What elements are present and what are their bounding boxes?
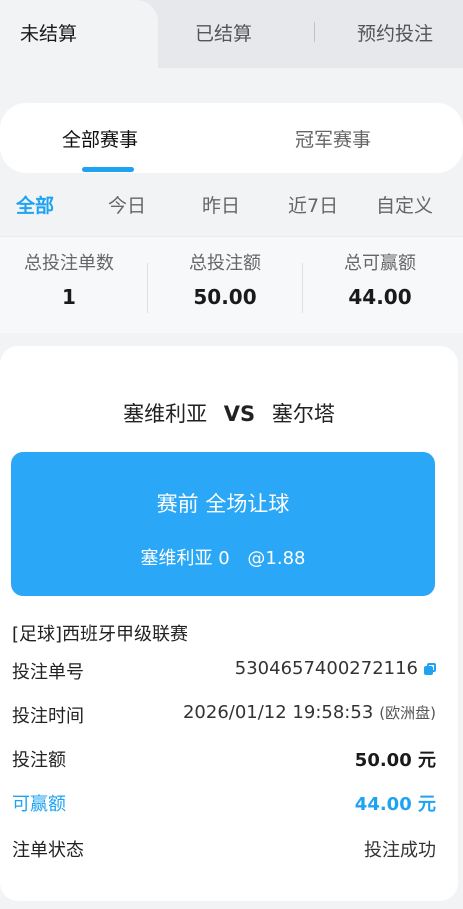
selection-odds: @1.88 — [247, 548, 306, 569]
copy-icon[interactable] — [424, 663, 436, 675]
active-tab-indicator — [82, 167, 134, 172]
date-filter-bar: 全部 今日 昨日 近7日 自定义 — [0, 186, 463, 222]
order-number-value: 5304657400272116 — [235, 658, 436, 679]
tab-reserved-bets[interactable]: 预约投注 — [357, 19, 433, 46]
odds-kind: (欧洲盘) — [379, 704, 436, 722]
win-label: 可赢额 — [12, 794, 66, 815]
summary-count-value: 1 — [62, 285, 76, 309]
event-type-switch: 全部赛事 冠军赛事 — [0, 103, 463, 173]
bet-time-text: 2026/01/12 19:58:53 — [182, 702, 374, 723]
filter-all[interactable]: 全部 — [16, 191, 54, 218]
summary-win-label: 总可赢额 — [344, 253, 416, 274]
away-team: 塞尔塔 — [271, 402, 335, 426]
win-row: 可赢额 44.00 元 — [12, 788, 436, 818]
summary-amount-value: 50.00 — [193, 285, 257, 309]
vs-label: VS — [223, 402, 256, 426]
bet-selection: 塞维利亚 0 @1.88 — [11, 544, 435, 570]
status-row: 注单状态 投注成功 — [12, 834, 436, 864]
status-value: 投注成功 — [364, 840, 436, 861]
summary-amount: 总投注额 50.00 — [170, 249, 280, 309]
filter-last-7-days[interactable]: 近7日 — [288, 191, 338, 218]
tab-all-events[interactable]: 全部赛事 — [62, 125, 138, 152]
bet-card[interactable]: 塞维利亚 VS 塞尔塔 赛前 全场让球 塞维利亚 0 @1.88 [足球]西班牙… — [0, 346, 458, 901]
win-value: 44.00 元 — [354, 794, 436, 815]
tab-unsettled-label: 未结算 — [20, 23, 78, 45]
match-title: 塞维利亚 VS 塞尔塔 — [0, 398, 458, 428]
bet-selection-box: 赛前 全场让球 塞维利亚 0 @1.88 — [11, 452, 435, 596]
bet-time-row: 投注时间 2026/01/12 19:58:53 (欧洲盘) — [12, 700, 436, 730]
summary-win-value: 44.00 — [348, 285, 412, 309]
summary-count-label: 总投注单数 — [24, 253, 114, 274]
tab-divider — [314, 22, 315, 42]
tab-settled[interactable]: 已结算 — [195, 19, 252, 46]
selection-name: 塞维利亚 0 — [140, 548, 230, 569]
tab-champion-events[interactable]: 冠军赛事 — [295, 125, 371, 152]
status-label: 注单状态 — [12, 840, 84, 861]
bet-summary: 总投注单数 1 总投注额 50.00 总可赢额 44.00 — [0, 236, 463, 333]
bet-time-value: 2026/01/12 19:58:53 (欧洲盘) — [183, 702, 436, 723]
summary-divider — [302, 263, 303, 313]
filter-yesterday[interactable]: 昨日 — [202, 191, 240, 218]
stake-label: 投注额 — [12, 750, 66, 771]
order-number-row: 投注单号 5304657400272116 — [12, 656, 436, 686]
stake-value: 50.00 元 — [354, 750, 436, 771]
league-name: [足球]西班牙甲级联赛 — [12, 624, 189, 645]
order-number-text: 5304657400272116 — [234, 658, 418, 679]
filter-custom[interactable]: 自定义 — [376, 191, 433, 218]
tab-unsettled[interactable]: 未结算 — [0, 0, 158, 68]
home-team: 塞维利亚 — [123, 402, 208, 426]
summary-count: 总投注单数 1 — [11, 249, 127, 309]
bet-time-label: 投注时间 — [12, 706, 84, 727]
summary-divider — [147, 263, 148, 313]
top-tab-bar: 未结算 已结算 预约投注 — [0, 0, 463, 68]
order-number-label: 投注单号 — [12, 662, 84, 683]
filter-today[interactable]: 今日 — [108, 191, 146, 218]
bet-type: 赛前 全场让球 — [156, 492, 290, 516]
stake-row: 投注额 50.00 元 — [12, 744, 436, 774]
summary-amount-label: 总投注额 — [189, 253, 261, 274]
summary-win: 总可赢额 44.00 — [325, 249, 435, 309]
